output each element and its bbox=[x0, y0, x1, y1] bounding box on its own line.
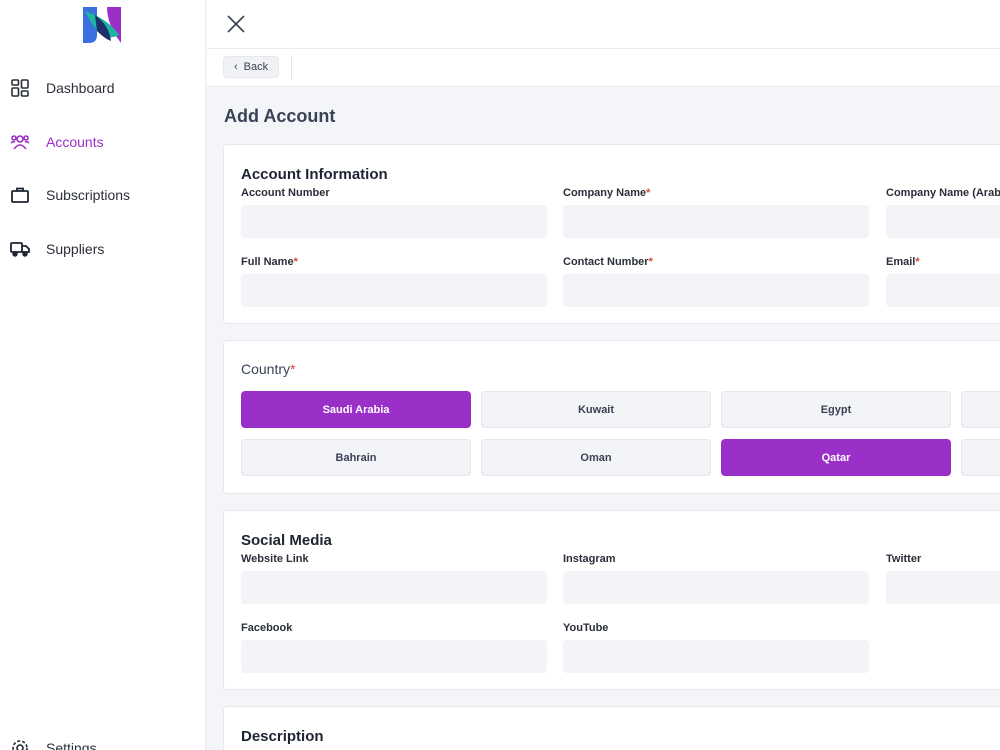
section-title: Social Media bbox=[241, 532, 332, 549]
sidebar: Dashboard Accounts Subscriptions Supplie… bbox=[0, 0, 206, 750]
briefcase-icon bbox=[10, 185, 30, 205]
contact-number-input[interactable] bbox=[563, 274, 869, 307]
sidebar-item-label: Settings bbox=[46, 740, 97, 750]
field-label-instagram: Instagram bbox=[563, 553, 616, 565]
gear-icon bbox=[10, 738, 30, 750]
sidebar-item-subscriptions[interactable]: Subscriptions bbox=[10, 183, 130, 207]
country-option-more-2[interactable] bbox=[961, 439, 1000, 476]
twitter-input[interactable] bbox=[886, 571, 1000, 604]
section-title: Account Information bbox=[241, 166, 388, 183]
sidebar-item-accounts[interactable]: Accounts bbox=[10, 130, 104, 154]
field-label-website-link: Website Link bbox=[241, 553, 309, 565]
main-content: ‹ Back Add Account Account Information A… bbox=[207, 0, 1000, 750]
field-label-full-name: Full Name* bbox=[241, 256, 298, 268]
company-name-input[interactable] bbox=[563, 205, 869, 238]
country-option-saudi-arabia[interactable]: Saudi Arabia bbox=[241, 391, 471, 428]
field-label-facebook: Facebook bbox=[241, 622, 293, 634]
country-option-more[interactable] bbox=[961, 391, 1000, 428]
field-label-twitter: Twitter bbox=[886, 553, 922, 565]
app-logo[interactable] bbox=[81, 5, 123, 45]
field-label-account-number: Account Number bbox=[241, 187, 330, 199]
page-title: Add Account bbox=[224, 106, 336, 126]
account-number-input[interactable] bbox=[241, 205, 547, 238]
country-option-oman[interactable]: Oman bbox=[481, 439, 711, 476]
toolbar-divider bbox=[291, 55, 292, 79]
country-option-egypt[interactable]: Egypt bbox=[721, 391, 951, 428]
instagram-input[interactable] bbox=[563, 571, 869, 604]
chevron-left-icon: ‹ bbox=[234, 61, 238, 73]
field-label-contact-number: Contact Number* bbox=[563, 256, 653, 268]
country-option-bahrain[interactable]: Bahrain bbox=[241, 439, 471, 476]
top-bar bbox=[207, 0, 1000, 49]
field-label-company-name: Company Name* bbox=[563, 187, 651, 199]
facebook-input[interactable] bbox=[241, 640, 547, 673]
sidebar-item-label: Dashboard bbox=[46, 80, 115, 96]
social-media-card: Social Media Website Link Instagram Twit… bbox=[223, 510, 1000, 690]
sidebar-item-settings[interactable]: Settings bbox=[10, 736, 97, 750]
field-label-email: Email* bbox=[886, 256, 920, 268]
section-title: Country* bbox=[241, 361, 296, 377]
description-card: Description bbox=[223, 706, 1000, 750]
website-link-input[interactable] bbox=[241, 571, 547, 604]
sidebar-item-label: Subscriptions bbox=[46, 187, 131, 203]
dashboard-icon bbox=[10, 78, 30, 98]
youtube-input[interactable] bbox=[563, 640, 869, 673]
back-button[interactable]: ‹ Back bbox=[223, 56, 280, 78]
account-information-card: Account Information Account Number Compa… bbox=[223, 144, 1000, 324]
country-option-kuwait[interactable]: Kuwait bbox=[481, 391, 711, 428]
sidebar-item-label: Suppliers bbox=[46, 241, 105, 257]
country-card: Country* Saudi Arabia Kuwait Egypt Bahra… bbox=[223, 340, 1000, 494]
email-input[interactable] bbox=[886, 274, 1000, 307]
section-title: Description bbox=[241, 728, 324, 745]
country-option-qatar[interactable]: Qatar bbox=[721, 439, 951, 476]
close-icon[interactable] bbox=[224, 12, 248, 36]
accounts-icon bbox=[10, 132, 30, 152]
field-label-company-name-arabic: Company Name (Arabic) bbox=[886, 187, 1000, 199]
sidebar-item-dashboard[interactable]: Dashboard bbox=[10, 76, 115, 100]
company-name-arabic-input[interactable] bbox=[886, 205, 1000, 238]
sidebar-item-suppliers[interactable]: Suppliers bbox=[10, 237, 104, 261]
toolbar: ‹ Back bbox=[207, 49, 1000, 87]
sidebar-item-label: Accounts bbox=[46, 134, 104, 150]
back-label: Back bbox=[243, 61, 269, 73]
full-name-input[interactable] bbox=[241, 274, 547, 307]
truck-icon bbox=[10, 239, 30, 259]
field-label-youtube: YouTube bbox=[563, 622, 609, 634]
